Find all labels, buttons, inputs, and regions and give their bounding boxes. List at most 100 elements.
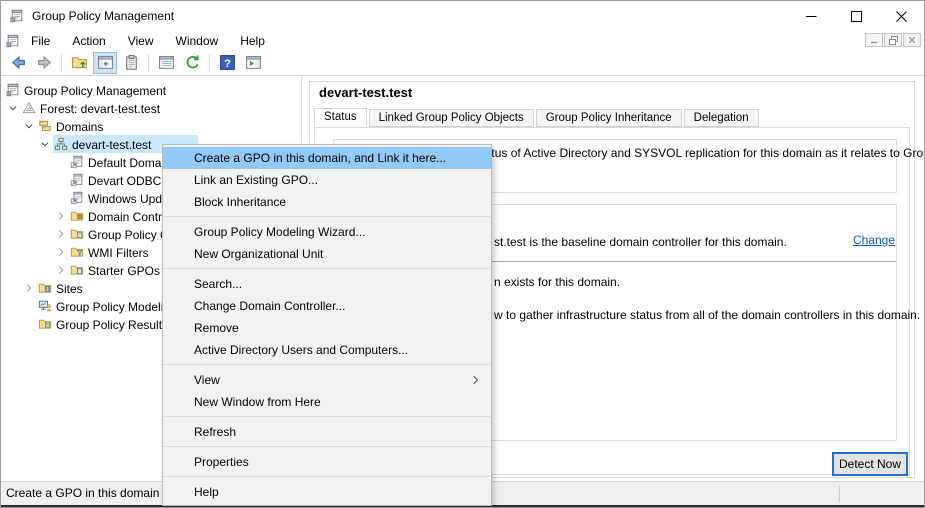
tree-item-label: Group Policy Results bbox=[53, 317, 171, 332]
title-bar: Group Policy Management bbox=[1, 1, 924, 31]
menu-item-create-a-gpo-in-this-domain-and-link-it-here[interactable]: Create a GPO in this domain, and Link it… bbox=[163, 147, 491, 169]
tree-spacer bbox=[21, 316, 37, 332]
chevron-right-icon[interactable] bbox=[21, 280, 37, 296]
menu-separator bbox=[164, 268, 490, 269]
mdi-close-button[interactable] bbox=[903, 33, 921, 47]
sites-folder-icon bbox=[37, 280, 53, 296]
show-action-pane-button[interactable] bbox=[241, 52, 265, 74]
results-icon bbox=[37, 316, 53, 332]
menu-item-refresh[interactable]: Refresh bbox=[163, 421, 491, 443]
menu-item-remove[interactable]: Remove bbox=[163, 317, 491, 339]
menu-item-label: Link an Existing GPO... bbox=[194, 173, 318, 187]
maximize-button[interactable] bbox=[834, 1, 879, 31]
refresh-icon bbox=[184, 54, 201, 71]
detect-now-button[interactable]: Detect Now bbox=[832, 452, 908, 476]
menu-item-block-inheritance[interactable]: Block Inheritance bbox=[163, 191, 491, 213]
up-one-level-icon bbox=[71, 54, 88, 71]
menu-item-new-organizational-unit[interactable]: New Organizational Unit bbox=[163, 243, 491, 265]
tree-item-core: WMI Filters bbox=[69, 243, 156, 261]
menu-item-label: Active Directory Users and Computers... bbox=[194, 343, 408, 357]
tab-status[interactable]: Status bbox=[314, 108, 367, 127]
infrastructure-status-line2: w to gather infrastructure status from a… bbox=[494, 308, 920, 322]
forward-button[interactable] bbox=[32, 52, 56, 74]
app-icon bbox=[9, 8, 25, 24]
show-console-tree-button[interactable] bbox=[93, 52, 117, 74]
toolbar-separator bbox=[209, 54, 210, 72]
tree-item-forest-devart-test-test[interactable]: Forest: devart-test.test bbox=[1, 99, 301, 117]
gpo-folder-icon bbox=[69, 226, 85, 242]
chevron-down-icon[interactable] bbox=[37, 136, 53, 152]
gpo-link-icon bbox=[69, 190, 85, 206]
menu-item-search[interactable]: Search... bbox=[163, 273, 491, 295]
chevron-right-icon[interactable] bbox=[53, 226, 69, 242]
tree-item-label: Group Policy Management bbox=[21, 83, 169, 98]
mdi-close-icon bbox=[908, 36, 916, 44]
minimize-icon bbox=[806, 11, 817, 22]
mdi-restore-icon bbox=[889, 36, 898, 45]
tree-item-group-policy-management[interactable]: Group Policy Management bbox=[1, 81, 301, 99]
refresh-button[interactable] bbox=[180, 52, 204, 74]
menu-item-help[interactable]: Help bbox=[163, 481, 491, 503]
starter-gpos-folder-icon bbox=[69, 262, 85, 278]
mdi-restore-button[interactable] bbox=[884, 33, 902, 47]
menu-item-label: Refresh bbox=[194, 425, 236, 439]
menu-view[interactable]: View bbox=[117, 33, 165, 49]
menu-item-new-window-from-here[interactable]: New Window from Here bbox=[163, 391, 491, 413]
menu-separator bbox=[164, 476, 490, 477]
tree-item-core: Forest: devart-test.test bbox=[21, 99, 167, 117]
mdi-minimize-button[interactable] bbox=[865, 33, 883, 47]
clipboard-icon bbox=[123, 54, 140, 71]
change-link[interactable]: Change bbox=[853, 233, 895, 247]
chevron-down-icon[interactable] bbox=[21, 118, 37, 134]
chevron-right-icon[interactable] bbox=[53, 262, 69, 278]
clipboard-button[interactable] bbox=[119, 52, 143, 74]
console-icon bbox=[5, 33, 20, 48]
menu-item-label: New Window from Here bbox=[194, 395, 321, 409]
tab-delegation[interactable]: Delegation bbox=[684, 109, 759, 127]
menu-file[interactable]: File bbox=[20, 33, 61, 49]
minimize-button[interactable] bbox=[789, 1, 834, 31]
tree-spacer bbox=[53, 190, 69, 206]
menu-action[interactable]: Action bbox=[61, 33, 116, 49]
menu-item-label: Remove bbox=[194, 321, 239, 335]
export-list-button[interactable] bbox=[154, 52, 178, 74]
toolbar: ? bbox=[1, 50, 924, 76]
menu-item-link-an-existing-gpo[interactable]: Link an Existing GPO... bbox=[163, 169, 491, 191]
up-one-level-button[interactable] bbox=[67, 52, 91, 74]
tree-item-domains[interactable]: Domains bbox=[1, 117, 301, 135]
menu-item-label: Help bbox=[194, 485, 219, 499]
mdi-minimize-icon bbox=[870, 36, 878, 44]
menu-item-properties[interactable]: Properties bbox=[163, 451, 491, 473]
forest-icon bbox=[21, 100, 37, 116]
status-bar-divider bbox=[839, 485, 840, 502]
gpo-link-icon bbox=[69, 154, 85, 170]
menu-help[interactable]: Help bbox=[229, 33, 276, 49]
tree-item-core: Domains bbox=[37, 117, 110, 135]
tree-item-core: Group Policy Management bbox=[5, 81, 173, 99]
menu-item-active-directory-users-and-computers[interactable]: Active Directory Users and Computers... bbox=[163, 339, 491, 361]
menu-window[interactable]: Window bbox=[165, 33, 230, 49]
help-button[interactable]: ? bbox=[215, 52, 239, 74]
gpo-link-icon bbox=[69, 172, 85, 188]
close-button[interactable] bbox=[879, 1, 924, 31]
tab-strip: StatusLinked Group Policy ObjectsGroup P… bbox=[314, 108, 761, 128]
tree-item-label: Domains bbox=[53, 119, 106, 134]
toolbar-separator bbox=[61, 54, 62, 72]
back-button[interactable] bbox=[6, 52, 30, 74]
maximize-icon bbox=[851, 11, 862, 22]
menu-item-view[interactable]: View bbox=[163, 369, 491, 391]
tree-item-label: Group Policy Modeling bbox=[53, 299, 180, 314]
console-tree-icon bbox=[97, 54, 114, 71]
menu-separator bbox=[164, 446, 490, 447]
back-icon bbox=[10, 54, 27, 71]
close-icon bbox=[896, 11, 907, 22]
menu-item-group-policy-modeling-wizard[interactable]: Group Policy Modeling Wizard... bbox=[163, 221, 491, 243]
tab-group-policy-inheritance[interactable]: Group Policy Inheritance bbox=[536, 109, 682, 127]
mdi-window-controls bbox=[865, 33, 921, 47]
chevron-right-icon[interactable] bbox=[53, 244, 69, 260]
chevron-down-icon[interactable] bbox=[5, 100, 21, 116]
tab-linked-group-policy-objects[interactable]: Linked Group Policy Objects bbox=[369, 109, 534, 127]
menu-item-change-domain-controller[interactable]: Change Domain Controller... bbox=[163, 295, 491, 317]
export-list-icon bbox=[158, 54, 175, 71]
chevron-right-icon[interactable] bbox=[53, 208, 69, 224]
